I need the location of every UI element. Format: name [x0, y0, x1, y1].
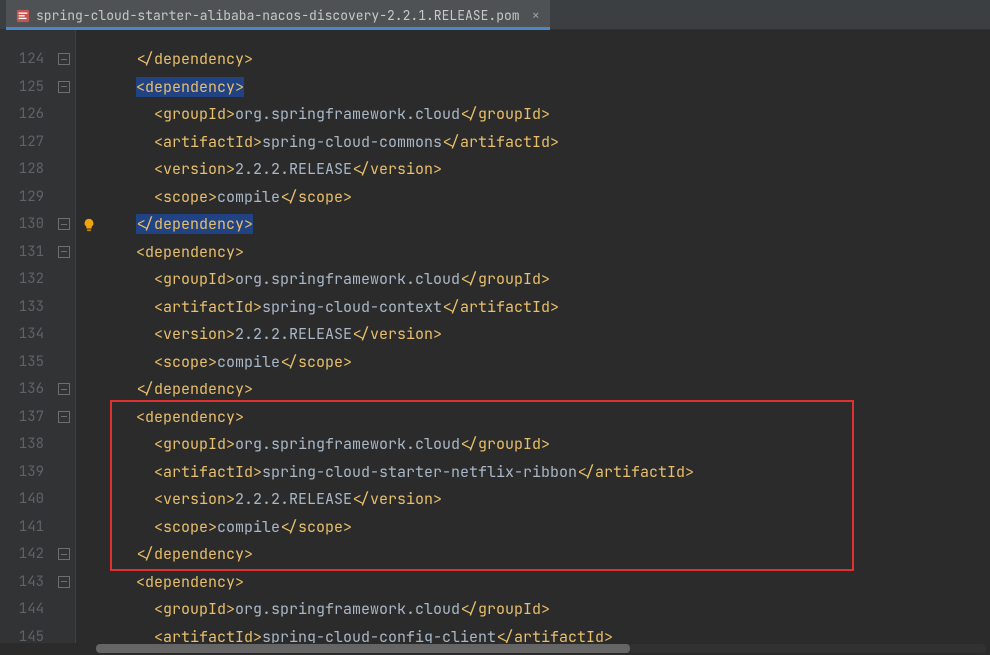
fold-expand-icon[interactable]: [58, 246, 70, 258]
editor-tab-bar: spring-cloud-starter-alibaba-nacos-disco…: [0, 0, 990, 30]
close-tab-icon[interactable]: ×: [532, 7, 540, 25]
fold-collapse-icon[interactable]: [58, 53, 70, 65]
fold-collapse-icon[interactable]: [58, 383, 70, 395]
fold-gutter: [54, 30, 76, 643]
fold-expand-icon[interactable]: [58, 81, 70, 93]
pom-file-icon: [16, 9, 30, 23]
file-tab-label: spring-cloud-starter-alibaba-nacos-disco…: [36, 7, 520, 24]
icon-gutter: [76, 30, 104, 643]
line-number-gutter: 124 125 126 127 128 129 130 131 132 133 …: [0, 30, 54, 643]
intention-bulb-icon[interactable]: [82, 217, 96, 231]
fold-collapse-icon[interactable]: [58, 548, 70, 560]
fold-expand-icon[interactable]: [58, 576, 70, 588]
editor-area[interactable]: 124 125 126 127 128 129 130 131 132 133 …: [0, 30, 990, 643]
code-content[interactable]: </dependency> <dependency> <groupId>org.…: [104, 30, 990, 643]
fold-expand-icon[interactable]: [58, 411, 70, 423]
fold-collapse-icon[interactable]: [58, 218, 70, 230]
file-tab[interactable]: spring-cloud-starter-alibaba-nacos-disco…: [6, 0, 550, 29]
horizontal-scrollbar[interactable]: [96, 644, 986, 653]
horizontal-scrollbar-thumb[interactable]: [96, 644, 630, 653]
